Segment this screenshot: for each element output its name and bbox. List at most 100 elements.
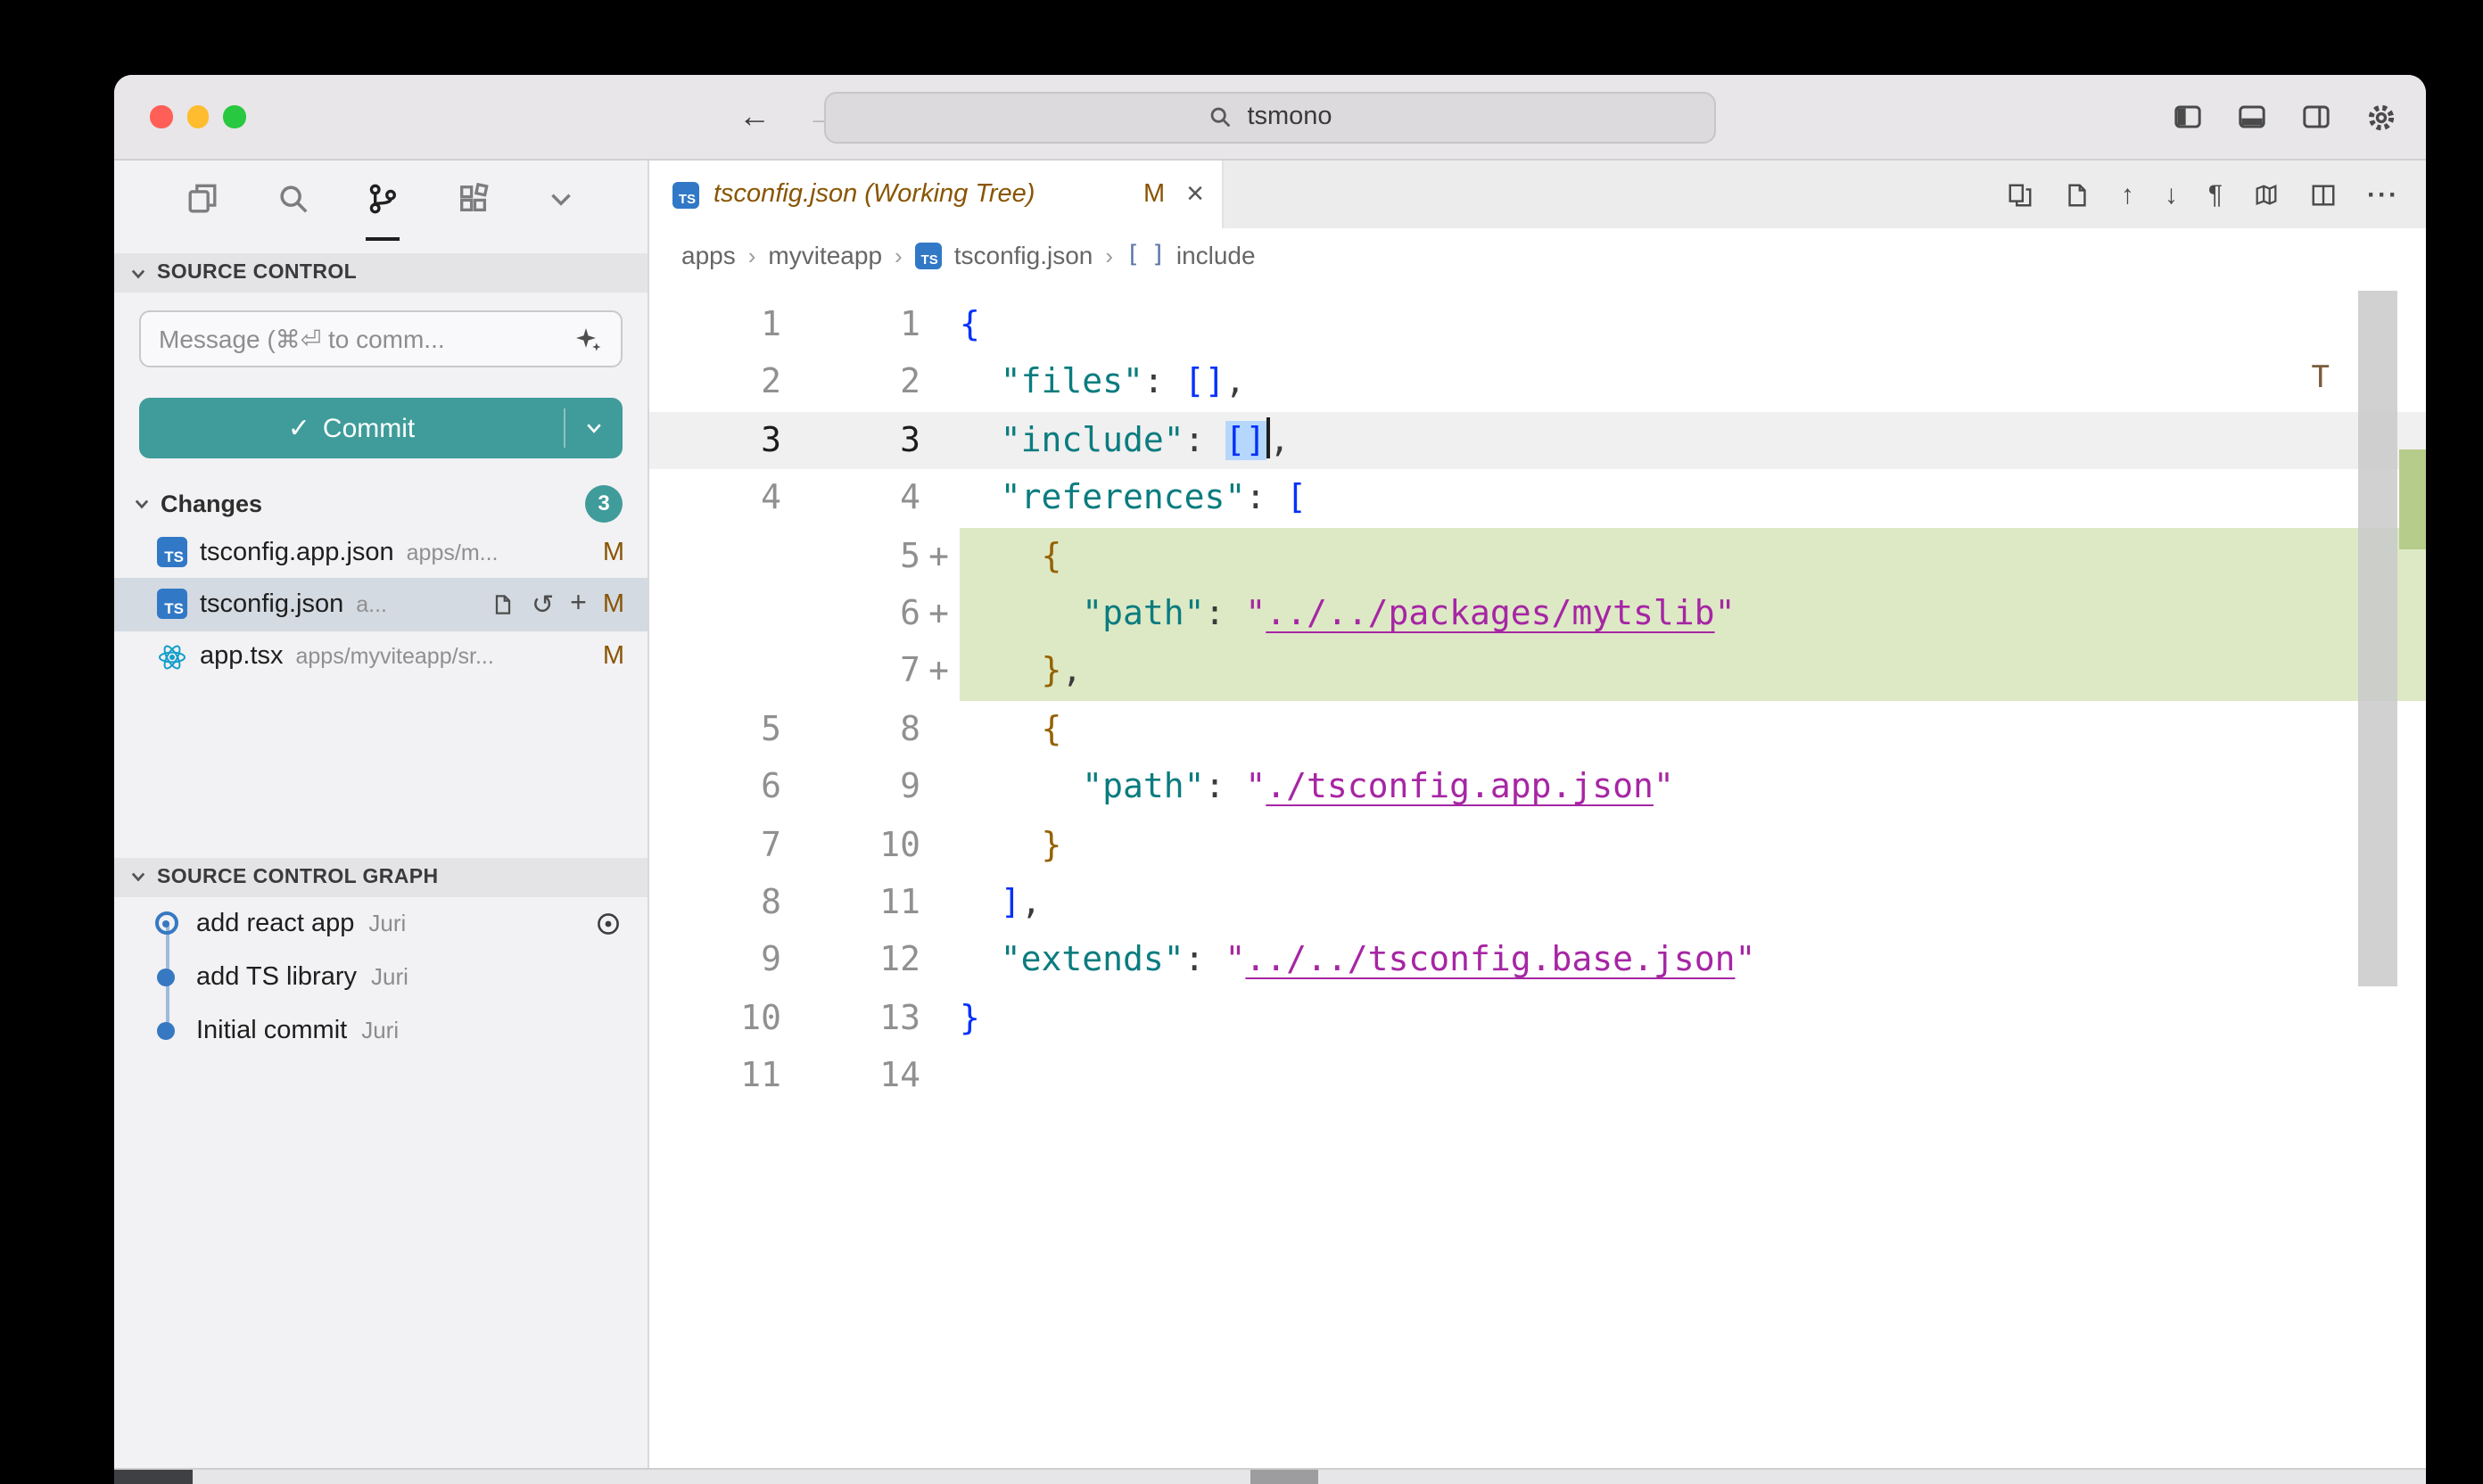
editor-group: TS tsconfig.json (Working Tree) M × ↑ [649,161,2426,1468]
code-line-row[interactable]: 58 { [649,700,2426,758]
map-icon[interactable] [2253,181,2280,208]
breadcrumb-item-include[interactable]: include [1176,241,1256,269]
source-control-graph-header[interactable]: SOURCE CONTROL GRAPH [114,858,648,897]
changed-file-row[interactable]: app.tsx apps/myviteapp/sr... M [114,631,648,683]
code-line-row[interactable]: 5+ { [649,527,2426,585]
code-line-row[interactable]: 6+ "path": "../../packages/mytslib" [649,585,2426,643]
old-line-number: 11 [649,1047,821,1105]
file-path: apps/m... [407,540,499,565]
code-line-row[interactable]: 22 "files": [], [649,354,2426,412]
typescript-file-icon: TS [157,589,187,620]
whitespace-icon[interactable]: ¶ [2208,179,2223,210]
changes-section-header[interactable]: Changes 3 [114,480,648,526]
modified-badge: M [603,538,624,566]
file-path: apps/myviteapp/sr... [296,644,494,669]
new-line-number: 4 [821,469,960,527]
code-line-row[interactable]: 710 } [649,816,2426,874]
goto-head-target-icon[interactable] [594,910,623,938]
minimize-window-button[interactable] [186,106,209,128]
commit-button[interactable]: ✓ Commit [139,398,623,458]
typescript-file-icon: TS [157,537,187,567]
search-view-icon[interactable] [276,161,309,241]
added-line-plus: + [928,527,949,585]
source-control-icon[interactable] [366,161,400,241]
more-actions-icon[interactable]: ··· [2367,179,2399,210]
breadcrumb-item-apps[interactable]: apps [681,241,736,269]
code-line-row[interactable]: 69 "path": "./tsconfig.app.json" [649,758,2426,816]
tab-tsconfig-working-tree[interactable]: TS tsconfig.json (Working Tree) M × [649,161,1224,228]
sparkle-icon[interactable] [574,325,603,353]
source-control-section-header[interactable]: SOURCE CONTROL [114,253,648,293]
code-line-text: "files": [], [960,354,2426,412]
commit-row[interactable]: add TS library Juri [114,951,648,1004]
tab-close-icon[interactable]: × [1186,177,1204,212]
commit-row[interactable]: add react app Juri [114,897,648,951]
breadcrumb-item-myviteapp[interactable]: myviteapp [768,241,882,269]
old-line-number [649,527,821,585]
commit-dropdown-button[interactable] [565,398,623,458]
discard-changes-icon[interactable]: ↺ [532,589,554,621]
code-line-row[interactable]: 912 "extends": "../../tsconfig.base.json… [649,932,2426,990]
remote-indicator[interactable]: >< [114,1470,193,1484]
zoom-window-button[interactable] [223,106,245,128]
toggle-panel-icon[interactable] [2237,102,2267,132]
settings-gear-icon[interactable] [2365,101,2397,133]
new-line-number: 1 [821,296,960,354]
stage-changes-icon[interactable]: + [570,589,587,621]
typescript-file-icon: TS [915,242,942,268]
breadcrumb: apps › myviteapp › TS tsconfig.json › [ … [649,228,2426,282]
new-line-number: 11 [821,874,960,932]
previous-change-icon[interactable]: ↑ [2121,179,2134,210]
split-editor-icon[interactable] [2310,181,2337,208]
close-window-button[interactable] [150,106,172,128]
new-line-number: 6+ [821,585,960,643]
editor-scrollbar-thumb[interactable] [2358,291,2397,986]
code-line-text: { [960,700,2426,758]
code-line-text: { [960,296,2426,354]
explorer-icon[interactable] [186,161,219,241]
code-line-row[interactable]: 44 "references": [ [649,469,2426,527]
zoom-status-badge[interactable] [1250,1470,1318,1484]
added-line-plus: + [928,643,949,701]
extensions-icon[interactable] [456,161,490,241]
code-line-text: } [960,989,2426,1047]
code-editor[interactable]: 11{22 "files": [],33 "include": [],44 "r… [649,282,2426,1468]
new-line-number: 8 [821,700,960,758]
code-line-row[interactable]: 33 "include": [], [649,412,2426,470]
new-line-number: 14 [821,1047,960,1105]
minimap-char: T [2312,360,2330,396]
modified-badge: M [603,642,624,671]
history-back-button[interactable]: ← [738,98,771,136]
code-line-text: "references": [ [960,469,2426,527]
open-file-icon[interactable] [491,592,516,617]
code-line-row[interactable]: 11{ [649,296,2426,354]
code-line-text: "include": [], [960,412,2426,470]
open-file-icon[interactable] [2064,181,2091,208]
breadcrumb-separator: › [1105,242,1113,268]
old-line-number: 3 [649,412,821,470]
toggle-sidebar-icon[interactable] [2173,102,2203,132]
commit-row[interactable]: Initial commit Juri [114,1004,648,1058]
command-center-search[interactable]: tsmono [824,91,1716,143]
code-line-row[interactable]: 7+ }, [649,643,2426,701]
toggle-secondary-sidebar-icon[interactable] [2301,102,2331,132]
search-icon [1208,103,1234,130]
code-line-row[interactable]: 811 ], [649,874,2426,932]
changed-file-row-selected[interactable]: TS tsconfig.json a... ↺ + M [114,579,648,631]
changed-file-row[interactable]: TS tsconfig.app.json apps/m... M [114,526,648,579]
changes-label: Changes [161,490,262,516]
code-line-row[interactable]: 1114 [649,1047,2426,1105]
added-line-plus: + [928,585,949,643]
commit-message-input[interactable]: Message (⌘⏎ to comm... [139,310,623,367]
breadcrumb-separator: › [748,242,756,268]
file-name: tsconfig.json [200,590,343,619]
new-line-number: 2 [821,354,960,412]
breadcrumb-item-tsconfig[interactable]: tsconfig.json [954,241,1093,269]
overview-ruler-added-mark [2399,449,2426,549]
source-control-label: SOURCE CONTROL [157,262,357,284]
open-changes-icon[interactable] [2007,181,2033,208]
code-line-row[interactable]: 1013} [649,989,2426,1047]
more-views-chevron-icon[interactable] [546,161,576,241]
code-line-text: { [960,527,2426,585]
next-change-icon[interactable]: ↓ [2165,179,2178,210]
